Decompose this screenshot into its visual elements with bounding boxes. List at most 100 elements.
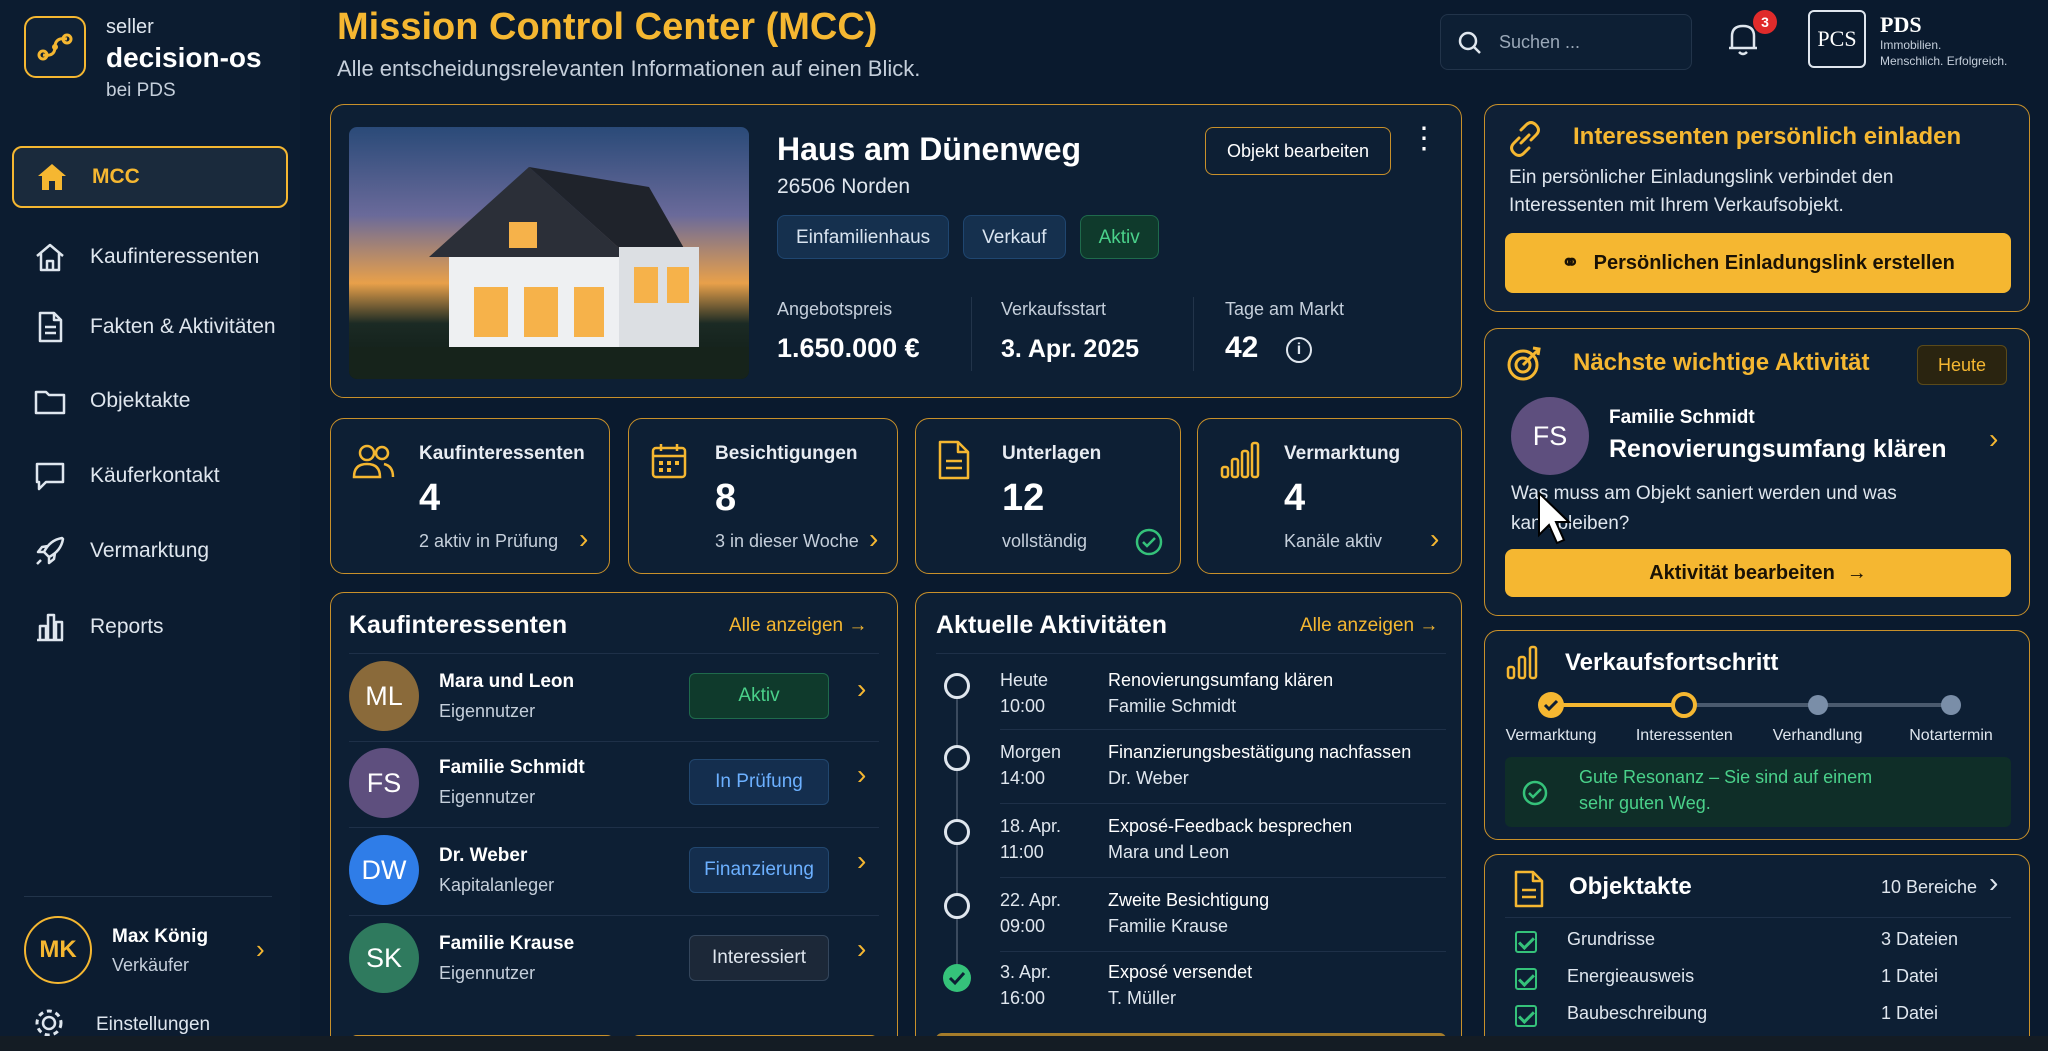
sidebar-item-kaufinteressenten[interactable]: Kaufinteressenten bbox=[12, 226, 288, 288]
timeline-dot bbox=[944, 893, 970, 919]
chevron-right-icon[interactable]: › bbox=[1430, 523, 1439, 555]
settings-link[interactable]: Einstellungen bbox=[96, 1014, 210, 1036]
arrow-right-icon: → bbox=[848, 615, 868, 636]
next-activity-who: Familie Schmidt bbox=[1609, 407, 1755, 428]
status-badge: Interessiert bbox=[689, 935, 829, 981]
edit-activity-button[interactable]: Aktivität bearbeiten → bbox=[1505, 549, 2011, 597]
sidebar-item-objektakte[interactable]: Objektakte bbox=[12, 370, 288, 432]
signal-bars-icon bbox=[1220, 441, 1260, 479]
chevron-right-icon[interactable]: › bbox=[857, 759, 866, 791]
activities-show-all-link[interactable]: Alle anzeigen → bbox=[1300, 615, 1438, 637]
user-name: Max König bbox=[112, 926, 209, 947]
divider bbox=[1000, 729, 1446, 730]
kpi-title: Besichtigungen bbox=[715, 443, 858, 464]
sidebar-item-label: Fakten & Aktivitäten bbox=[90, 315, 276, 338]
chevron-right-icon[interactable]: › bbox=[857, 845, 866, 877]
mouse-cursor-icon bbox=[1538, 490, 1572, 545]
divider bbox=[349, 915, 879, 916]
kpi-value: 4 bbox=[1284, 477, 1306, 519]
sidebar-item-kaeuferkontakt[interactable]: Käuferkontakt bbox=[12, 445, 288, 507]
checkbox-checked-icon bbox=[1515, 931, 1537, 953]
chevron-right-icon[interactable]: › bbox=[857, 933, 866, 965]
brand-line3: bei PDS bbox=[106, 80, 176, 101]
sidebar-item-fakten[interactable]: Fakten & Aktivitäten bbox=[12, 296, 288, 358]
kpi-value: 4 bbox=[419, 477, 441, 519]
sidebar-item-vermarktung[interactable]: Vermarktung bbox=[12, 520, 288, 582]
progress-segment bbox=[1684, 703, 1818, 707]
sidebar-item-reports[interactable]: Reports bbox=[12, 596, 288, 658]
tag-mode: Verkauf bbox=[963, 215, 1066, 259]
divider bbox=[349, 827, 879, 828]
kpi-card-marketing[interactable]: Vermarktung 4 Kanäle aktiv › bbox=[1197, 418, 1462, 574]
link-icon: ⚭ bbox=[1561, 250, 1580, 275]
activity-title: Renovierungsumfang klären bbox=[1108, 670, 1334, 690]
brand-logo-icon bbox=[24, 16, 86, 78]
buyer-name: Familie Krause bbox=[439, 933, 575, 954]
calendar-icon bbox=[651, 444, 687, 479]
sidebar-item-label: Kaufinteressenten bbox=[90, 245, 260, 268]
check-circle-filled-icon bbox=[943, 964, 971, 992]
home-icon bbox=[38, 164, 66, 190]
chevron-right-icon[interactable]: › bbox=[869, 523, 878, 555]
dossier-item-label: Energieausweis bbox=[1567, 966, 1695, 986]
chevron-right-icon[interactable]: › bbox=[1989, 423, 1998, 455]
next-activity-card: Nächste wichtige Aktivität Heute FS Fami… bbox=[1484, 328, 2030, 616]
search-input[interactable]: Suchen ... bbox=[1440, 14, 1692, 70]
stat-label-days: Tage am Markt bbox=[1225, 299, 1345, 319]
create-invite-link-button[interactable]: ⚭ Persönlichen Einladungslink erstellen bbox=[1505, 233, 2011, 293]
chevron-right-icon[interactable]: › bbox=[857, 673, 866, 705]
activity-title: Exposé versendet bbox=[1108, 962, 1253, 982]
edit-property-button[interactable]: Objekt bearbeiten bbox=[1205, 127, 1391, 175]
kpi-value: 12 bbox=[1002, 477, 1045, 519]
chevron-right-icon[interactable]: › bbox=[579, 523, 588, 555]
dossier-count[interactable]: 10 Bereiche bbox=[1881, 877, 1977, 898]
property-image bbox=[349, 127, 749, 379]
buyers-panel: Kaufinteressenten Alle anzeigen → ML Mar… bbox=[330, 592, 898, 1051]
bar-chart-icon bbox=[37, 613, 64, 642]
property-location: 26506 Norden bbox=[777, 175, 911, 198]
activity-time: 14:00 bbox=[1000, 768, 1046, 788]
pds-tagline-2: Menschlich. Erfolgreich. bbox=[1880, 54, 2008, 68]
sidebar-divider bbox=[24, 896, 272, 897]
search-placeholder: Suchen ... bbox=[1499, 32, 1581, 52]
user-role: Verkäufer bbox=[112, 955, 190, 975]
activity-day: 18. Apr. bbox=[1000, 816, 1062, 836]
activities-title: Aktuelle Aktivitäten bbox=[936, 611, 1168, 639]
dossier-item-label: Baubeschreibung bbox=[1567, 1003, 1708, 1023]
dossier-item-files: 1 Datei bbox=[1881, 966, 1939, 986]
stat-value-price: 1.650.000 € bbox=[777, 333, 920, 363]
activity-time: 09:00 bbox=[1000, 916, 1046, 936]
timeline-dot bbox=[944, 819, 970, 845]
kpi-title: Kaufinteressenten bbox=[419, 443, 585, 464]
user-chevron-icon[interactable]: › bbox=[256, 934, 265, 965]
arrow-right-icon: → bbox=[1846, 561, 1867, 584]
buyers-show-all-link[interactable]: Alle anzeigen → bbox=[729, 615, 867, 637]
stat-value-start: 3. Apr. 2025 bbox=[1001, 335, 1140, 363]
link-icon bbox=[1510, 121, 1540, 157]
tag-type: Einfamilienhaus bbox=[777, 215, 950, 259]
rocket-icon bbox=[36, 536, 65, 565]
kpi-card-documents[interactable]: Unterlagen 12 vollständig bbox=[915, 418, 1181, 574]
sidebar-item-label: Käuferkontakt bbox=[90, 464, 220, 487]
activity-time: 11:00 bbox=[1000, 842, 1044, 862]
stat-value-days: 42 bbox=[1225, 331, 1259, 364]
activity-day: Morgen bbox=[1000, 742, 1062, 762]
taskbar-strip bbox=[0, 1036, 2048, 1051]
sidebar-item-mcc[interactable]: MCC bbox=[12, 146, 288, 208]
signal-bars-icon bbox=[1506, 645, 1538, 680]
more-options-icon[interactable]: ⋮ bbox=[1409, 124, 1439, 154]
chevron-right-icon[interactable]: › bbox=[1989, 867, 1998, 899]
page-title: Mission Control Center (MCC) bbox=[337, 6, 878, 48]
stat-label-price: Angebotspreis bbox=[777, 299, 893, 319]
activities-panel: Aktuelle Aktivitäten Alle anzeigen → Heu… bbox=[915, 592, 1462, 1051]
kpi-card-viewings[interactable]: Besichtigungen 8 3 in dieser Woche › bbox=[628, 418, 898, 574]
activity-who: Dr. Weber bbox=[1108, 768, 1189, 788]
avatar[interactable]: MK bbox=[24, 916, 92, 984]
sidebar-item-label: Objektakte bbox=[90, 389, 191, 412]
notification-badge: 3 bbox=[1753, 10, 1777, 34]
gear-icon[interactable] bbox=[32, 1006, 66, 1040]
activity-title: Zweite Besichtigung bbox=[1108, 890, 1270, 910]
info-icon[interactable]: i bbox=[1286, 337, 1312, 363]
kpi-card-buyers[interactable]: Kaufinteressenten 4 2 aktiv in Prüfung › bbox=[330, 418, 610, 574]
users-icon bbox=[352, 444, 395, 479]
